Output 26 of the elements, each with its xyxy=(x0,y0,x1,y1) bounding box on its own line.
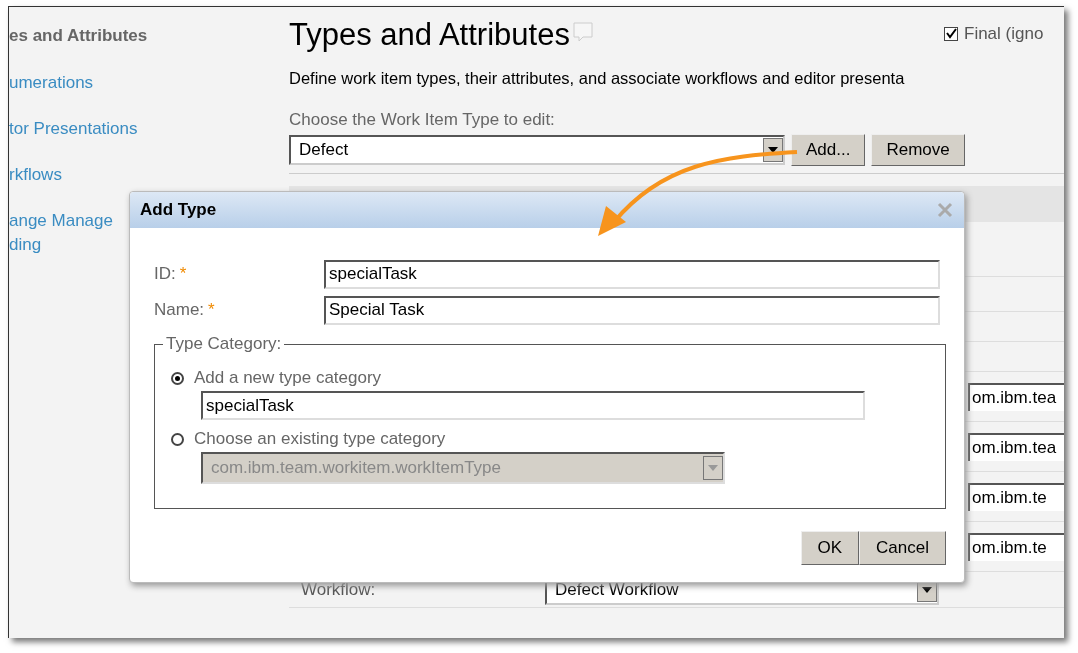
category-name-field[interactable]: specialTask xyxy=(201,391,865,420)
radio-label: Add a new type category xyxy=(194,367,382,390)
attribute-field[interactable]: om.ibm.te xyxy=(968,532,1064,561)
remove-button[interactable]: Remove xyxy=(871,134,965,166)
sidebar-heading: es and Attributes xyxy=(9,25,149,47)
ok-button[interactable]: OK xyxy=(800,531,860,565)
radio-label: Choose an existing type category xyxy=(194,428,446,451)
attribute-field[interactable]: om.ibm.tea xyxy=(968,382,1064,411)
type-select[interactable]: Defect xyxy=(289,135,785,165)
text-field[interactable]: specialTask xyxy=(324,259,940,289)
workflow-label: Workflow: xyxy=(301,578,377,601)
field-label: Name: * xyxy=(154,299,216,322)
final-label: Final (igno xyxy=(964,23,1044,45)
page-title: Types and Attributes xyxy=(289,16,570,54)
final-checkbox[interactable] xyxy=(944,26,958,41)
text-field[interactable]: Special Task xyxy=(324,295,940,325)
attribute-field[interactable]: om.ibm.te xyxy=(968,482,1064,511)
dropdown-caret-icon xyxy=(703,456,723,480)
attribute-field[interactable]: om.ibm.tea xyxy=(968,432,1064,461)
dialog-title: Add Type xyxy=(140,199,217,222)
type-label: Choose the Work Item Type to edit: xyxy=(289,109,556,131)
field-label: ID: * xyxy=(154,263,188,286)
radio-button[interactable] xyxy=(171,371,184,385)
description-text: Define work item types, their attributes, and associate workflows and editor presenta xyxy=(289,68,906,89)
add-button[interactable]: Add... xyxy=(791,134,866,166)
cancel-button[interactable]: Cancel xyxy=(859,531,946,565)
